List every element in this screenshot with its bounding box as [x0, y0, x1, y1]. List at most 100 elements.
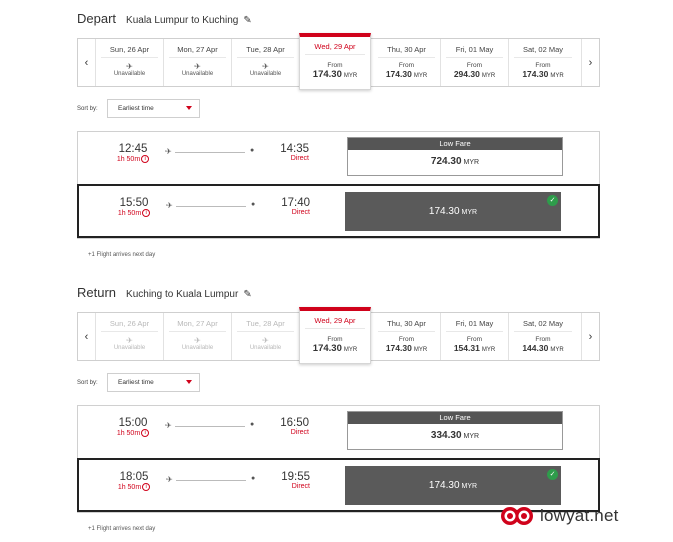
location-pin-icon: ● [250, 421, 255, 428]
return-day-5[interactable]: Fri, 01 May From 154.31 MYR [441, 313, 509, 360]
info-icon[interactable]: i [142, 209, 151, 217]
sort-label: Sort by: [77, 105, 98, 112]
departure-time: 18:05 [119, 471, 149, 483]
return-sort-row: Sort by: Earliest time [77, 373, 200, 392]
depart-day-3-selected[interactable]: Wed, 29 Apr From 174.30 MYR [299, 33, 371, 90]
departure-info: 12:45 1h 50m i [113, 143, 153, 163]
arrival-time: 17:40 [281, 197, 310, 209]
unavailable-text: Unavailable [181, 71, 214, 77]
info-icon[interactable]: i [141, 429, 150, 437]
departure-info: 15:50 1h 50m i [114, 197, 154, 217]
check-icon: ✓ [547, 195, 558, 206]
departure-time: 15:50 [119, 197, 149, 209]
from-label: From [466, 336, 483, 343]
depart-day-0[interactable]: Sun, 26 Apr ✈ Unavailable [96, 39, 164, 86]
fare-amount: 174.30 [428, 206, 460, 217]
plane-icon: ✈ [165, 421, 172, 430]
duration: 1h 50m i [114, 209, 154, 217]
info-icon[interactable]: i [141, 155, 150, 163]
route-line [175, 426, 245, 427]
day-price: 294.30 MYR [453, 69, 496, 79]
depart-date-bar: ‹ Sun, 26 Apr ✈ Unavailable Mon, 27 Apr … [77, 33, 600, 90]
departure-info: 15:00 1h 50m i [113, 417, 153, 437]
caret-down-icon [186, 380, 192, 384]
location-pin-icon: ● [251, 475, 256, 482]
flight-row-selected[interactable]: 15:50 1h 50m i ✈ ● 17:40 Direct 174.30 MYR… [77, 184, 600, 238]
no-flight-icon: ✈ [262, 62, 269, 71]
depart-route: Kuala Lumpur to Kuching [126, 15, 239, 26]
day-label: Fri, 01 May [446, 313, 503, 332]
arrival-time: 19:55 [281, 471, 310, 483]
unavailable-text: Unavailable [249, 71, 282, 77]
caret-down-icon [186, 106, 192, 110]
depart-day-5[interactable]: Fri, 01 May From 294.30 MYR [441, 39, 509, 86]
return-day-6[interactable]: Sat, 02 May From 144.30 MYR [509, 313, 577, 360]
day-label: Mon, 27 Apr [169, 39, 226, 58]
depart-title: Depart Kuala Lumpur to Kuching ✎ [77, 11, 252, 26]
day-label: Wed, 29 Apr [305, 37, 365, 55]
arrival-info: 19:55 Direct [272, 471, 310, 490]
depart-heading: Depart [77, 11, 117, 26]
prev-arrow-icon[interactable]: ‹ [78, 39, 96, 86]
fare-header: Low Fare [348, 138, 562, 150]
return-note: +1 Flight arrives next day [88, 526, 156, 532]
departure-time: 15:00 [118, 417, 148, 429]
flight-row-selected[interactable]: 18:05 1h 50m i ✈ ● 19:55 Direct 174.30 MYR… [77, 458, 600, 512]
unavailable-text: Unavailable [113, 71, 146, 77]
depart-day-6[interactable]: Sat, 02 May From 174.30 MYR [509, 39, 577, 86]
day-price: 154.31 MYR [453, 343, 496, 353]
fare-currency: MYR [461, 483, 478, 490]
depart-sort-select[interactable]: Earliest time [107, 99, 200, 118]
fare-amount: 334.30 MYR [430, 430, 480, 441]
route-line [176, 206, 246, 207]
return-day-4[interactable]: Thu, 30 Apr From 174.30 MYR [373, 313, 441, 360]
plane-icon: ✈ [166, 201, 173, 210]
no-flight-icon: ✈ [194, 336, 201, 345]
next-arrow-icon[interactable]: › [581, 39, 599, 86]
low-fare-button[interactable]: Low Fare 724.30 MYR [347, 137, 563, 176]
no-flight-icon: ✈ [194, 62, 201, 71]
stops-label: Direct [291, 209, 310, 216]
depart-day-2[interactable]: Tue, 28 Apr ✈ Unavailable [232, 39, 300, 86]
watermark-logo: lowyat.net [500, 505, 619, 527]
return-day-0: Sun, 26 Apr ✈ Unavailable [96, 313, 164, 360]
sort-value: Earliest time [118, 379, 154, 386]
arrival-time: 14:35 [280, 143, 309, 155]
flight-row[interactable]: 15:00 1h 50m i ✈ ● 16:50 Direct Low Fare … [78, 406, 599, 458]
sort-value: Earliest time [118, 105, 154, 112]
route-line [175, 152, 245, 153]
flight-row[interactable]: 12:45 1h 50m i ✈ ● 14:35 Direct Low Fare … [78, 132, 599, 184]
prev-arrow-icon[interactable]: ‹ [78, 313, 96, 360]
day-label: Sun, 26 Apr [101, 39, 158, 58]
arrival-time: 16:50 [280, 417, 309, 429]
from-label: From [327, 62, 343, 69]
from-label: From [535, 336, 551, 343]
day-label: Tue, 28 Apr [237, 313, 294, 332]
pencil-icon[interactable]: ✎ [243, 289, 251, 300]
plane-icon: ✈ [165, 147, 172, 156]
depart-day-4[interactable]: Thu, 30 Apr From 174.30 MYR [373, 39, 441, 86]
departure-info: 18:05 1h 50m i [114, 471, 154, 491]
arrival-info: 17:40 Direct [272, 197, 310, 216]
plane-icon: ✈ [166, 475, 173, 484]
return-day-3-selected[interactable]: Wed, 29 Apr From 174.30 MYR [299, 307, 371, 364]
location-pin-icon: ● [250, 147, 255, 154]
return-sort-select[interactable]: Earliest time [107, 373, 200, 392]
low-fare-button[interactable]: Low Fare 334.30 MYR [347, 411, 563, 450]
selected-fare-button[interactable]: 174.30 MYR ✓ [345, 466, 561, 505]
return-flight-list: 15:00 1h 50m i ✈ ● 16:50 Direct Low Fare … [77, 405, 600, 513]
day-label: Thu, 30 Apr [378, 39, 435, 58]
pencil-icon[interactable]: ✎ [243, 15, 251, 26]
sort-label: Sort by: [77, 379, 98, 386]
day-price: 174.30 MYR [522, 69, 564, 79]
stops-label: Direct [291, 483, 310, 490]
check-icon: ✓ [547, 469, 558, 480]
info-icon[interactable]: i [142, 483, 151, 491]
day-label: Sun, 26 Apr [101, 313, 158, 332]
next-arrow-icon[interactable]: › [581, 313, 599, 360]
depart-day-1[interactable]: Mon, 27 Apr ✈ Unavailable [164, 39, 232, 86]
return-title: Return Kuching to Kuala Lumpur ✎ [77, 285, 252, 300]
depart-note: +1 Flight arrives next day [88, 252, 156, 258]
return-heading: Return [77, 285, 117, 300]
selected-fare-button[interactable]: 174.30 MYR ✓ [345, 192, 561, 231]
